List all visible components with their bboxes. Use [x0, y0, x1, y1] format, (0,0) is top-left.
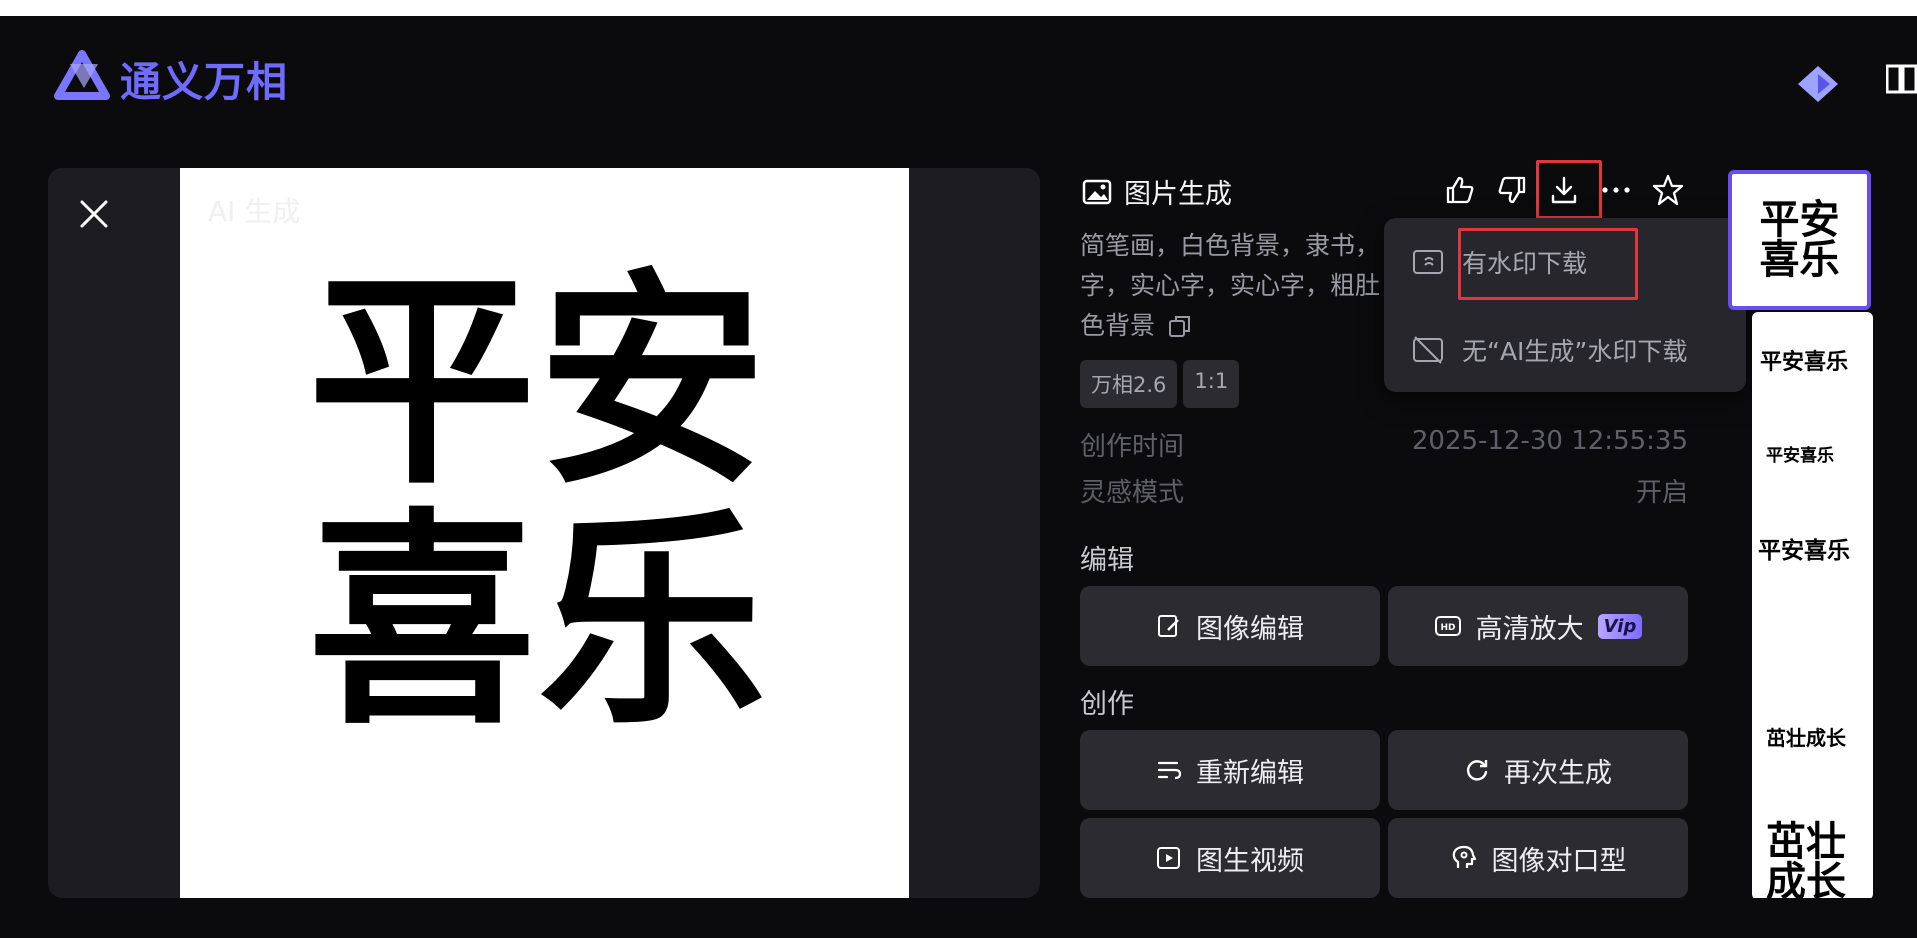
hd-icon: HD	[1434, 616, 1461, 636]
upscale-label: 高清放大	[1475, 613, 1584, 645]
talking-head-icon	[1452, 845, 1476, 868]
thumbnail-selected[interactable]: 平安 喜乐	[1728, 170, 1871, 310]
thumbnail-text: 平安喜乐	[1758, 538, 1850, 564]
vip-badge: Vip	[1597, 613, 1643, 639]
thumbs-down-icon[interactable]	[1494, 172, 1530, 208]
model-tag: 万相2.6	[1080, 360, 1178, 408]
star-icon[interactable]	[1650, 172, 1686, 208]
thumbnail-text: 茁壮 成长	[1766, 819, 1846, 898]
download-highlight	[1536, 160, 1602, 219]
logo-icon	[54, 50, 110, 100]
thumbs-up-icon[interactable]	[1442, 172, 1478, 208]
panel-title-text: 图片生成	[1124, 179, 1232, 210]
app-logo[interactable]: 通义万相	[54, 48, 288, 108]
thumbnail-text: 平安喜乐	[1766, 446, 1834, 466]
watermark-icon	[1413, 250, 1443, 274]
refresh-icon	[1466, 760, 1488, 781]
image-char-1: 平	[308, 249, 536, 515]
menu-item-highlight	[1458, 228, 1638, 300]
image-char-2: 安	[538, 249, 766, 515]
created-time-row: 创作时间 2025-12-30 12:55:35	[1080, 426, 1688, 463]
upscale-button[interactable]: HD 高清放大 Vip	[1388, 586, 1688, 666]
thumbnail-strip: 平安 喜乐 平安喜乐 平安喜乐 平安喜乐 茁壮成长 茁壮 成长	[1728, 170, 1873, 898]
inspiration-label: 灵感模式	[1080, 478, 1185, 508]
created-value: 2025-12-30 12:55:35	[1411, 426, 1688, 456]
created-label: 创作时间	[1080, 432, 1185, 462]
no-watermark-icon	[1413, 336, 1443, 364]
image-watermark: AI 生成	[208, 195, 301, 228]
bookmarks-bar	[0, 0, 1917, 16]
thumbnail-text: 平安 喜乐	[1759, 197, 1840, 283]
prompt-line: 色背景	[1080, 311, 1156, 340]
video-icon	[1157, 847, 1180, 869]
inspiration-row: 灵感模式 开启	[1080, 472, 1688, 509]
ratio-tag: 1:1	[1183, 360, 1240, 408]
img-to-video-button[interactable]: 图生视频	[1080, 818, 1380, 898]
edit-icon	[1158, 615, 1179, 637]
create-section-title: 创作	[1080, 689, 1134, 720]
close-icon[interactable]	[78, 198, 110, 230]
thumbnail-text: 平安喜乐	[1760, 350, 1849, 375]
prompt-text: 简笔画，白色背景，隶书， 字，实心字，实心字，粗肚 色背景	[1080, 226, 1420, 346]
image-char-4: 乐	[538, 489, 766, 755]
assistant-icon[interactable]	[1796, 64, 1840, 108]
panel-title: 图片生成	[1082, 172, 1232, 211]
lip-sync-label: 图像对口型	[1491, 845, 1627, 877]
re-edit-button[interactable]: 重新编辑	[1080, 730, 1380, 810]
without-watermark-label: 无“AI生成”水印下载	[1462, 337, 1688, 366]
download-without-watermark[interactable]: 无“AI生成”水印下载	[1412, 332, 1687, 368]
book-icon[interactable]	[1885, 64, 1917, 98]
lip-sync-button[interactable]: 图像对口型	[1388, 818, 1688, 898]
image-edit-button[interactable]: 图像编辑	[1080, 586, 1380, 666]
re-edit-label: 重新编辑	[1196, 757, 1304, 789]
svg-text:HD: HD	[1440, 623, 1455, 633]
generated-image: AI 生成 平 安 喜 乐	[180, 168, 909, 898]
more-icon[interactable]	[1598, 172, 1634, 208]
regenerate-button[interactable]: 再次生成	[1388, 730, 1688, 810]
app-name: 通义万相	[120, 58, 288, 106]
edit-section-title: 编辑	[1080, 545, 1134, 576]
image-char-3: 喜	[308, 489, 536, 755]
prompt-line: 字，实心字，实心字，粗肚	[1080, 271, 1381, 300]
prompt-line: 简笔画，白色背景，隶书，	[1080, 231, 1381, 260]
image-icon	[1082, 179, 1112, 204]
regenerate-label: 再次生成	[1504, 757, 1612, 789]
thumbnail-text: 茁壮成长	[1766, 726, 1846, 750]
image-edit-label: 图像编辑	[1196, 613, 1304, 645]
thumbnail-item[interactable]: 茁壮成长 茁壮 成长	[1752, 690, 1873, 898]
reedit-icon	[1157, 761, 1182, 780]
inspiration-value: 开启	[1635, 478, 1688, 508]
tag-list: 万相2.6 1:1	[1080, 360, 1240, 408]
img-to-video-label: 图生视频	[1196, 845, 1304, 877]
copy-icon[interactable]	[1167, 313, 1193, 339]
